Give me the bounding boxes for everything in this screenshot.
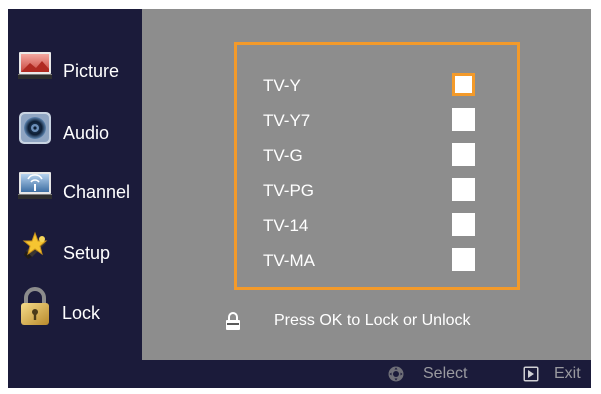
sidebar-item-label: Picture xyxy=(63,61,120,81)
rating-row-tv-14[interactable]: TV-14 xyxy=(237,211,517,241)
rating-checkbox[interactable] xyxy=(452,213,475,236)
sidebar-item-audio[interactable]: Audio xyxy=(8,105,142,161)
exit-icon xyxy=(523,366,539,382)
rating-label: TV-PG xyxy=(263,181,315,200)
lock-icon xyxy=(18,287,52,329)
sidebar-item-label: Audio xyxy=(63,123,110,143)
sidebar-item-lock[interactable]: Lock xyxy=(8,285,142,341)
sidebar-item-picture[interactable]: Picture xyxy=(8,43,142,99)
exit-hint: Exit xyxy=(554,365,581,382)
sidebar-item-channel[interactable]: Channel xyxy=(8,164,142,220)
sidebar-item-label: Channel xyxy=(63,182,131,202)
rating-label: TV-14 xyxy=(263,216,309,235)
rating-checkbox[interactable] xyxy=(452,178,475,201)
select-hint: Select xyxy=(423,365,468,382)
rating-lock-panel: TV-Y TV-Y7 TV-G TV-PG TV-14 TV-MA xyxy=(234,42,520,290)
rating-row-tv-g[interactable]: TV-G xyxy=(237,141,517,171)
tv-menu-screen: Picture Audio Channel Setup Lock TV-Y TV… xyxy=(8,9,591,388)
picture-icon xyxy=(18,49,52,83)
rating-checkbox[interactable] xyxy=(452,248,475,271)
rating-row-tv-ma[interactable]: TV-MA xyxy=(237,246,517,276)
bottom-bar: Select Exit xyxy=(8,360,591,388)
sidebar-item-label: Lock xyxy=(62,303,101,323)
rating-label: TV-MA xyxy=(263,251,315,270)
sidebar: Picture Audio Channel Setup Lock xyxy=(8,9,142,360)
sidebar-item-setup[interactable]: Setup xyxy=(8,225,142,281)
rating-label: TV-Y xyxy=(263,76,301,95)
audio-icon xyxy=(18,111,52,145)
rating-label: TV-Y7 xyxy=(263,111,311,130)
rating-row-tv-pg[interactable]: TV-PG xyxy=(237,176,517,206)
dpad-icon xyxy=(388,366,404,382)
rating-label: TV-G xyxy=(263,146,303,165)
rating-checkbox[interactable] xyxy=(452,108,475,131)
rating-row-tv-y[interactable]: TV-Y xyxy=(237,71,517,101)
rating-row-tv-y7[interactable]: TV-Y7 xyxy=(237,106,517,136)
channel-icon xyxy=(18,170,52,204)
setup-icon xyxy=(18,231,52,265)
hint-text: Press OK to Lock or Unlock xyxy=(274,312,471,329)
padlock-icon xyxy=(224,311,242,331)
sidebar-item-label: Setup xyxy=(63,243,111,263)
rating-checkbox[interactable] xyxy=(452,143,475,166)
rating-checkbox[interactable] xyxy=(452,73,475,96)
